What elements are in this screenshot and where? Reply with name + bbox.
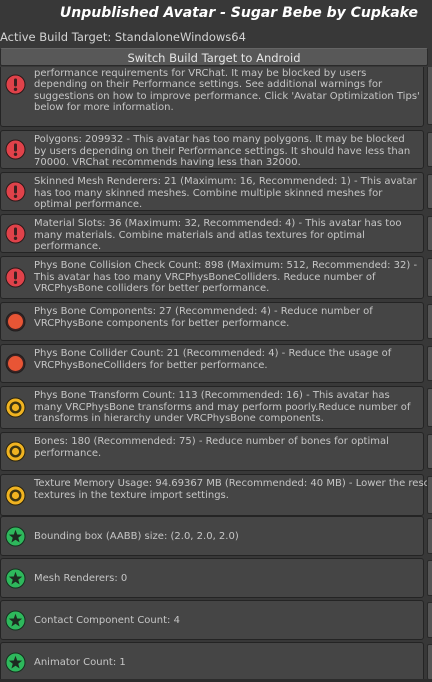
performance-item: Phys Bone Components: 27 (Recommended: 4… xyxy=(0,302,424,341)
performance-item: Contact Component Count: 4 xyxy=(0,600,424,640)
select-item-button[interactable] xyxy=(427,346,432,381)
performance-item-text: Phys Bone Collider Count: 21 (Recommende… xyxy=(34,348,392,371)
sdk-builder-panel: Unpublished Avatar - Sugar Bebe by Cupka… xyxy=(0,0,432,682)
performance-item-text: Animator Count: 1 xyxy=(34,657,126,668)
error-icon xyxy=(5,181,26,202)
select-item-button[interactable] xyxy=(427,388,432,427)
select-item-button[interactable] xyxy=(427,67,432,125)
performance-item: Material Slots: 36 (Maximum: 32, Recomme… xyxy=(0,214,424,253)
performance-item: Overall Performance: VeryPoor - This ava… xyxy=(0,67,424,127)
performance-item-text: Phys Bone Transform Count: 113 (Recommen… xyxy=(34,390,411,425)
select-item-button[interactable] xyxy=(427,560,432,596)
performance-item-text: Texture Memory Usage: 94.69367 MB (Recom… xyxy=(34,478,432,501)
error-icon xyxy=(5,139,26,160)
select-item-button[interactable] xyxy=(427,174,432,209)
performance-item: Texture Memory Usage: 94.69367 MB (Recom… xyxy=(0,474,432,516)
select-item-button[interactable] xyxy=(427,132,432,167)
select-item-button[interactable] xyxy=(427,258,432,297)
performance-item-text: Phys Bone Components: 27 (Recommended: 4… xyxy=(34,306,373,329)
green-star-icon xyxy=(5,568,26,589)
performance-item: Bounding box (AABB) size: (2.0, 2.0, 2.0… xyxy=(0,516,424,556)
red-circle-icon xyxy=(5,311,26,332)
green-star-icon xyxy=(5,610,26,631)
yellow-circle-icon xyxy=(5,441,26,462)
performance-item: Skinned Mesh Renderers: 21 (Maximum: 16,… xyxy=(0,172,424,211)
avatar-title: Unpublished Avatar - Sugar Bebe by Cupka… xyxy=(59,5,418,21)
error-icon xyxy=(5,267,26,288)
green-star-icon xyxy=(5,526,26,547)
error-icon xyxy=(5,74,26,95)
yellow-circle-icon xyxy=(5,397,26,418)
performance-item: Phys Bone Transform Count: 113 (Recommen… xyxy=(0,386,424,429)
performance-item-text: Contact Component Count: 4 xyxy=(34,615,180,626)
select-item-button[interactable] xyxy=(427,644,432,680)
performance-item: Phys Bone Collision Check Count: 898 (Ma… xyxy=(0,256,424,299)
performance-item: Animator Count: 1 xyxy=(0,642,424,682)
select-item-button[interactable] xyxy=(427,602,432,638)
active-build-target-label: Active Build Target: StandaloneWindows64 xyxy=(0,30,246,44)
performance-item-text: Polygons: 209932 - This avatar has too m… xyxy=(34,134,411,169)
select-item-button[interactable] xyxy=(427,304,432,339)
performance-item-text: Overall Performance: VeryPoor - This ava… xyxy=(34,67,420,114)
error-icon xyxy=(5,223,26,244)
switch-build-target-button[interactable]: Switch Build Target to Android xyxy=(0,48,428,66)
select-item-button[interactable] xyxy=(427,216,432,251)
select-item-button[interactable] xyxy=(427,518,432,554)
performance-item-text: Material Slots: 36 (Maximum: 32, Recomme… xyxy=(34,218,402,253)
performance-item-text: Bounding box (AABB) size: (2.0, 2.0, 2.0… xyxy=(34,531,239,542)
performance-item-text: Mesh Renderers: 0 xyxy=(34,573,128,584)
select-item-button[interactable] xyxy=(427,476,432,514)
performance-item: Mesh Renderers: 0 xyxy=(0,558,424,598)
performance-item-text: Skinned Mesh Renderers: 21 (Maximum: 16,… xyxy=(34,176,417,211)
performance-item: Polygons: 209932 - This avatar has too m… xyxy=(0,130,424,169)
yellow-circle-icon xyxy=(5,485,26,506)
red-circle-icon xyxy=(5,353,26,374)
performance-warning-list[interactable]: Overall Performance: VeryPoor - This ava… xyxy=(0,67,432,682)
performance-item: Phys Bone Collider Count: 21 (Recommende… xyxy=(0,344,424,383)
performance-item-text: Phys Bone Collision Check Count: 898 (Ma… xyxy=(34,260,418,295)
green-star-icon xyxy=(5,652,26,673)
select-item-button[interactable] xyxy=(427,434,432,469)
performance-item-text: Bones: 180 (Recommended: 75) - Reduce nu… xyxy=(34,436,389,459)
performance-item: Bones: 180 (Recommended: 75) - Reduce nu… xyxy=(0,432,424,471)
